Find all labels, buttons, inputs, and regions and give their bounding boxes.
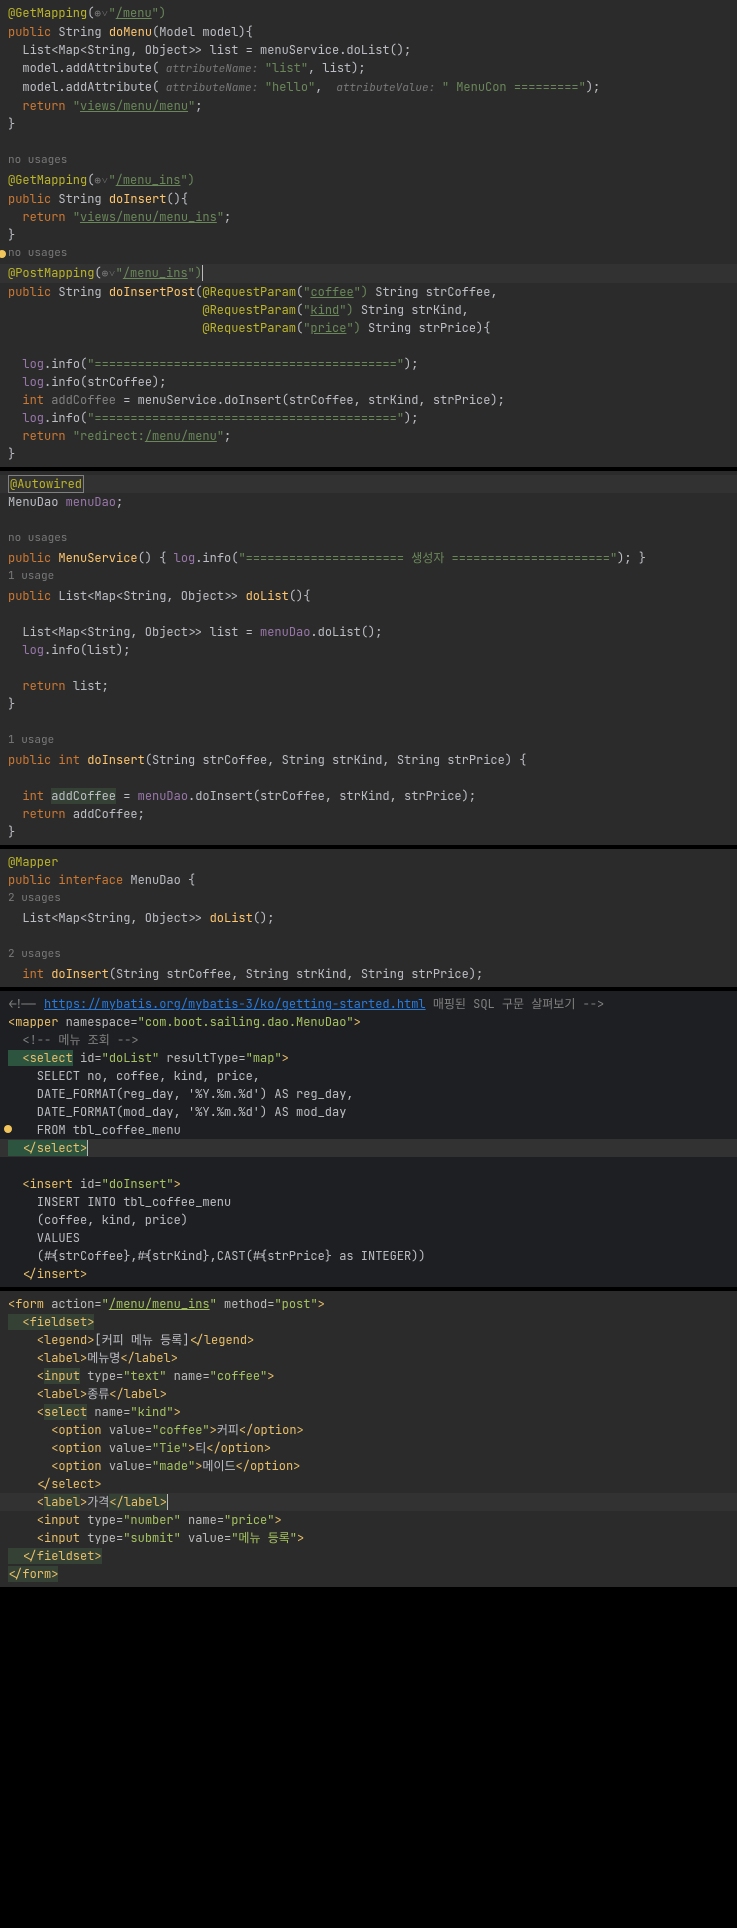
code-line[interactable]: @PostMapping(⊕˅"/menu_ins") <box>0 264 737 283</box>
code-line[interactable]: @GetMapping(⊕˅"/menu") <box>0 4 737 23</box>
code-line[interactable]: } <box>0 115 737 133</box>
code-line[interactable]: public interface MenuDao { <box>0 871 737 889</box>
code-line[interactable]: </select> <box>0 1139 737 1157</box>
code-line[interactable]: log.info("==============================… <box>0 409 737 427</box>
code-line[interactable]: (coffee, kind, price) <box>0 1211 737 1229</box>
code-line[interactable]: <label>메뉴명</label> <box>0 1349 737 1367</box>
code-line[interactable]: </insert> <box>0 1265 737 1283</box>
code-line[interactable]: FROM tbl_coffee_menu <box>0 1121 737 1139</box>
code-line[interactable]: <legend>[커피 메뉴 등록]</legend> <box>0 1331 737 1349</box>
code-line[interactable]: public String doInsert(){ <box>0 190 737 208</box>
usage-hint[interactable]: no usages <box>0 151 737 171</box>
code-line[interactable]: model.addAttribute( attributeName: "list… <box>0 59 737 78</box>
code-line[interactable]: public List<Map<String, Object>> doList(… <box>0 587 737 605</box>
param-hint: attributeName: <box>159 81 265 95</box>
editor-dao[interactable]: @Mapper public interface MenuDao { 2 usa… <box>0 849 737 987</box>
code-line[interactable]: DATE_FORMAT(reg_day, '%Y.%m.%d') AS reg_… <box>0 1085 737 1103</box>
code-line[interactable]: <option value="Tie">티</option> <box>0 1439 737 1457</box>
code-line[interactable]: return list; <box>0 677 737 695</box>
code-line[interactable]: @RequestParam("kind") String strKind, <box>0 301 737 319</box>
code-line[interactable]: List<Map<String, Object>> doList(); <box>0 909 737 927</box>
code-line[interactable]: VALUES <box>0 1229 737 1247</box>
code-line[interactable]: <select id="doList" resultType="map"> <box>0 1049 737 1067</box>
caret <box>87 1140 95 1156</box>
code-line[interactable]: DATE_FORMAT(mod_day, '%Y.%m.%d') AS mod_… <box>0 1103 737 1121</box>
code-line[interactable]: </form> <box>0 1565 737 1583</box>
editor-controller[interactable]: @GetMapping(⊕˅"/menu") public String doM… <box>0 0 737 467</box>
code-line[interactable]: INSERT INTO tbl_coffee_menu <box>0 1193 737 1211</box>
code-line[interactable]: <input type="submit" value="메뉴 등록"> <box>0 1529 737 1547</box>
code-line[interactable]: <input type="number" name="price"> <box>0 1511 737 1529</box>
editor-service[interactable]: @Autowired MenuDao menuDao; no usages pu… <box>0 471 737 845</box>
caret <box>202 265 210 281</box>
gutter-icon: ⊕˅ <box>102 267 116 281</box>
bulb-icon[interactable] <box>0 250 6 258</box>
code-line[interactable]: public String doInsertPost(@RequestParam… <box>0 283 737 301</box>
code-line[interactable]: } <box>0 823 737 841</box>
code-line[interactable]: return addCoffee; <box>0 805 737 823</box>
code-line[interactable]: @Mapper <box>0 853 737 871</box>
code-line[interactable]: int doInsert(String strCoffee, String st… <box>0 965 737 983</box>
code-line[interactable]: int addCoffee = menuDao.doInsert(strCoff… <box>0 787 737 805</box>
code-line[interactable]: MenuDao menuDao; <box>0 493 737 511</box>
code-line[interactable]: } <box>0 695 737 713</box>
usage-hint[interactable]: 1 usage <box>0 731 737 751</box>
editor-mapper-xml[interactable]: <!-- https://mybatis.org/mybatis-3/ko/ge… <box>0 991 737 1287</box>
param-hint: attributeName: <box>159 62 265 76</box>
bulb-icon[interactable] <box>4 1125 12 1133</box>
gutter-icon: ⊕˅ <box>94 7 108 21</box>
code-line[interactable]: <form action="/menu/menu_ins" method="po… <box>0 1295 737 1313</box>
code-line[interactable]: <label>종류</label> <box>0 1385 737 1403</box>
usage-hint[interactable]: 1 usage <box>0 567 737 587</box>
code-line[interactable]: @GetMapping(⊕˅"/menu_ins") <box>0 171 737 190</box>
code-line[interactable]: return "views/menu/menu_ins"; <box>0 208 737 226</box>
caret <box>167 1494 175 1510</box>
code-line[interactable]: log.info(list); <box>0 641 737 659</box>
code-line[interactable]: int addCoffee = menuService.doInsert(str… <box>0 391 737 409</box>
code-line[interactable]: log.info(strCoffee); <box>0 373 737 391</box>
usage-hint[interactable]: no usages <box>0 244 737 264</box>
usage-hint[interactable]: 2 usages <box>0 889 737 909</box>
code-line[interactable]: public int doInsert(String strCoffee, St… <box>0 751 737 769</box>
param-hint: attributeValue: <box>330 81 442 95</box>
code-line[interactable]: List<Map<String, Object>> list = menuDao… <box>0 623 737 641</box>
usage-hint[interactable]: no usages <box>0 529 737 549</box>
code-line[interactable]: } <box>0 445 737 463</box>
code-line[interactable]: </select> <box>0 1475 737 1493</box>
annotation: @GetMapping <box>8 5 87 21</box>
code-line[interactable]: } <box>0 226 737 244</box>
code-line[interactable]: public MenuService() { log.info("=======… <box>0 549 737 567</box>
code-line[interactable]: </fieldset> <box>0 1547 737 1565</box>
code-line[interactable]: (#{strCoffee},#{strKind},CAST(#{strPrice… <box>0 1247 737 1265</box>
code-line[interactable]: <fieldset> <box>0 1313 737 1331</box>
code-line[interactable]: <!-- https://mybatis.org/mybatis-3/ko/ge… <box>0 995 737 1013</box>
code-line[interactable]: <label>가격</label> <box>0 1493 737 1511</box>
gutter-icon: ⊕˅ <box>94 174 108 188</box>
code-line[interactable]: log.info("==============================… <box>0 355 737 373</box>
code-line[interactable]: return "views/menu/menu"; <box>0 97 737 115</box>
usage-hint[interactable]: 2 usages <box>0 945 737 965</box>
code-line[interactable]: <option value="made">메이드</option> <box>0 1457 737 1475</box>
code-line[interactable]: <option value="coffee">커피</option> <box>0 1421 737 1439</box>
code-line[interactable]: SELECT no, coffee, kind, price, <box>0 1067 737 1085</box>
code-line[interactable]: <mapper namespace="com.boot.sailing.dao.… <box>0 1013 737 1031</box>
editor-html-form[interactable]: <form action="/menu/menu_ins" method="po… <box>0 1291 737 1587</box>
code-line[interactable]: List<Map<String, Object>> list = menuSer… <box>0 41 737 59</box>
code-line[interactable]: @RequestParam("price") String strPrice){ <box>0 319 737 337</box>
code-line[interactable]: model.addAttribute( attributeName: "hell… <box>0 78 737 97</box>
code-line[interactable]: <!-- 메뉴 조회 --> <box>0 1031 737 1049</box>
code-line[interactable]: @Autowired <box>0 475 737 493</box>
code-line[interactable]: return "redirect:/menu/menu"; <box>0 427 737 445</box>
code-line[interactable]: <select name="kind"> <box>0 1403 737 1421</box>
code-line[interactable]: <insert id="doInsert"> <box>0 1175 737 1193</box>
code-line[interactable]: <input type="text" name="coffee"> <box>0 1367 737 1385</box>
code-line[interactable]: public String doMenu(Model model){ <box>0 23 737 41</box>
